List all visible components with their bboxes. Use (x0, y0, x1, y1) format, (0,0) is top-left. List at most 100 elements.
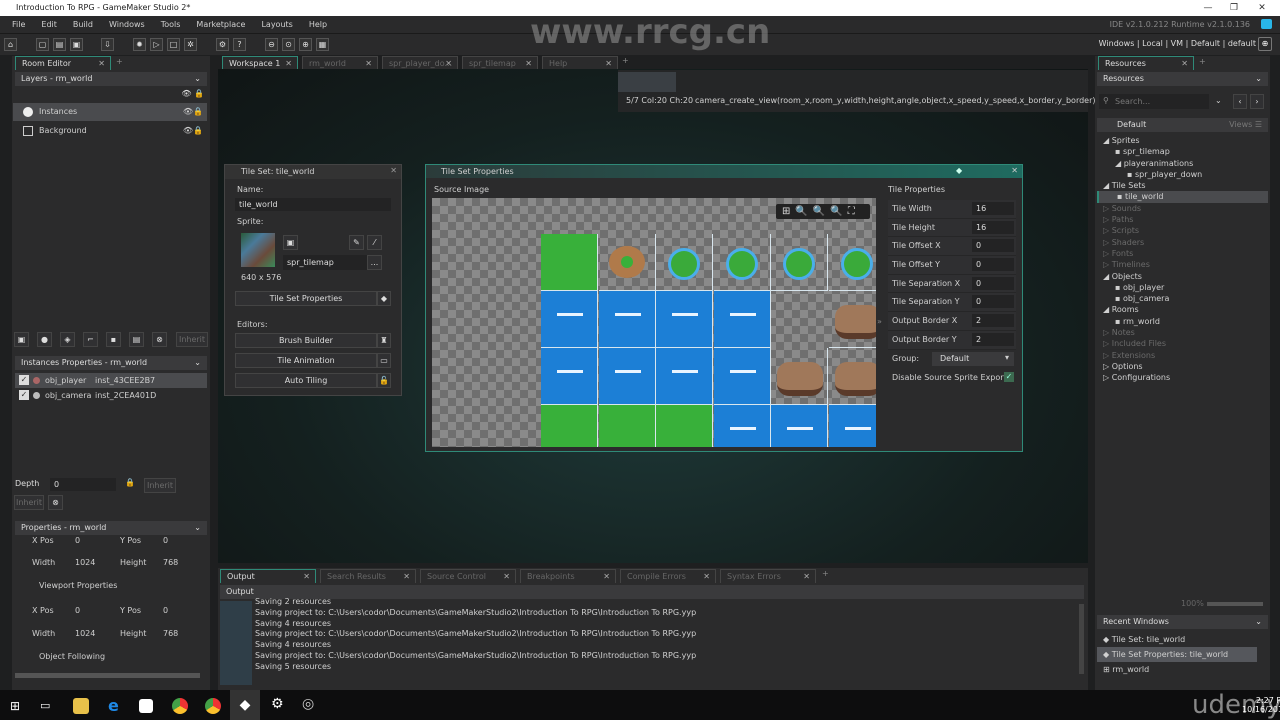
tree-item[interactable]: ▷ Sounds (1097, 203, 1268, 214)
instance-checkbox[interactable]: ✓ (19, 390, 29, 400)
output-scrollbar[interactable] (1079, 604, 1084, 674)
add-background-layer-icon[interactable]: ▣ (14, 332, 29, 347)
ypos-value[interactable]: 0 (163, 535, 168, 546)
add-asset-layer-icon[interactable]: ▪ (106, 332, 121, 347)
collapsed-arrow-icon[interactable]: ▷ (1103, 339, 1112, 348)
menu-help[interactable]: Help (309, 20, 327, 29)
expanded-arrow-icon[interactable]: ◢ (1103, 181, 1112, 190)
group-dropdown[interactable]: Default (932, 352, 1014, 366)
close-icon[interactable]: ✕ (303, 570, 310, 584)
tree-item[interactable]: ▷ Scripts (1097, 225, 1268, 236)
inherit-layer-button[interactable]: Inherit (176, 332, 208, 347)
back-icon[interactable]: ‹ (1233, 94, 1247, 109)
recent-window-item[interactable]: ◆ Tile Set Properties: tile_world (1097, 647, 1257, 662)
tree-item[interactable]: ▷ Options (1097, 361, 1268, 372)
viewport-height-value[interactable]: 768 (163, 628, 178, 639)
viewport-ypos-value[interactable]: 0 (163, 605, 168, 616)
tile-water[interactable] (598, 348, 656, 405)
add-tab-icon[interactable]: + (116, 57, 123, 66)
tile-grass[interactable] (656, 405, 713, 447)
tree-item[interactable]: ▪ tile_world (1097, 191, 1268, 203)
collapse-arrow-icon[interactable]: » (877, 317, 882, 326)
help-icon[interactable]: ? (233, 38, 246, 51)
zoom-out-icon[interactable]: 🔍 (795, 206, 812, 217)
tile-prop-input[interactable]: 0 (972, 276, 1014, 290)
add-tile-layer-icon[interactable]: ◈ (60, 332, 75, 347)
tile-lily[interactable] (713, 234, 771, 291)
sprite-select[interactable]: spr_tilemap (283, 255, 367, 270)
chrome-icon[interactable] (172, 698, 188, 714)
zoom-slider[interactable] (1207, 602, 1263, 606)
forward-icon[interactable]: › (1250, 94, 1264, 109)
tab-0[interactable]: Workspace 1 ✕ (222, 56, 298, 70)
tree-item[interactable]: ◢ Sprites (1097, 135, 1268, 146)
tile-lily[interactable] (656, 234, 713, 291)
add-path-layer-icon[interactable]: ⌐ (83, 332, 98, 347)
tab-room-editor[interactable]: Room Editor ✕ (15, 56, 111, 70)
tile-prop-input[interactable]: 2 (972, 332, 1014, 346)
tree-item[interactable]: ▪ obj_camera (1097, 293, 1268, 304)
output-tab-2[interactable]: Source Control ✕ (420, 569, 516, 583)
menu-layouts[interactable]: Layouts (261, 20, 292, 29)
tile-water[interactable] (541, 291, 598, 348)
tile-prop-input[interactable]: 0 (972, 239, 1014, 253)
inherit-depth-button[interactable]: Inherit (144, 478, 176, 493)
close-icon[interactable]: ✕ (503, 570, 510, 584)
tile-rock[interactable] (828, 291, 876, 348)
recent-window-item[interactable]: ⊞ rm_world (1097, 662, 1257, 677)
tileset-properties-title[interactable]: Tile Set Properties (426, 165, 1022, 178)
recent-windows-header[interactable]: Recent Windows ⌄ (1097, 615, 1268, 629)
expanded-arrow-icon[interactable]: ◢ (1115, 159, 1124, 168)
run-icon[interactable]: ▷ (150, 38, 163, 51)
tile-prop-input[interactable]: 2 (972, 314, 1014, 328)
close-window-button[interactable]: ✕ (1250, 0, 1274, 16)
tab-4[interactable]: Help ✕ (542, 56, 618, 70)
tile-water[interactable] (713, 348, 771, 405)
collapsed-arrow-icon[interactable]: ▷ (1103, 362, 1112, 371)
collapsed-arrow-icon[interactable]: ▪ (1127, 170, 1135, 179)
default-view-bar[interactable]: Default Views ☰ (1097, 118, 1268, 132)
xpos-value[interactable]: 0 (75, 535, 80, 546)
tree-item[interactable]: ▪ obj_player (1097, 282, 1268, 293)
resource-search-input[interactable]: Search... (1099, 94, 1209, 109)
obs-icon[interactable]: ◎ (302, 696, 314, 712)
tile-grass[interactable] (541, 234, 598, 291)
instance-checkbox[interactable]: ✓ (19, 375, 29, 385)
output-tab-3[interactable]: Breakpoints ✕ (520, 569, 616, 583)
collapsed-arrow-icon[interactable]: ▪ (1117, 192, 1125, 201)
instance-row[interactable]: ✓ obj_player inst_43CEE2B7 (15, 373, 207, 388)
browse-sprite-button[interactable]: ... (367, 255, 382, 270)
zoom-out-icon[interactable]: ⊖ (265, 38, 278, 51)
close-icon[interactable]: ✕ (703, 570, 710, 584)
brush-icon[interactable]: ⁄ (367, 235, 382, 250)
collapsed-arrow-icon[interactable]: ▷ (1103, 226, 1112, 235)
delete-layer-icon[interactable]: ⊗ (152, 332, 167, 347)
collapsed-arrow-icon[interactable]: ▷ (1103, 249, 1112, 258)
tile-grass[interactable] (598, 405, 656, 447)
views-menu[interactable]: Views ☰ (1229, 118, 1262, 132)
viewport-xpos-value[interactable]: 0 (75, 605, 80, 616)
collapsed-arrow-icon[interactable]: ▷ (1103, 215, 1112, 224)
tree-item[interactable]: ◢ Objects (1097, 271, 1268, 282)
properties-header[interactable]: Properties - rm_world ⌄ (15, 521, 207, 535)
tree-item[interactable]: ▷ Shaders (1097, 237, 1268, 248)
debug-icon[interactable]: ✹ (133, 38, 146, 51)
menu-tools[interactable]: Tools (161, 20, 181, 29)
tileset-properties-icon[interactable]: ◆ (377, 291, 391, 306)
collapsed-arrow-icon[interactable]: ▪ (1115, 147, 1123, 156)
expanded-arrow-icon[interactable]: ◢ (1103, 305, 1112, 314)
tile-water[interactable] (541, 348, 598, 405)
inherit-button[interactable]: Inherit (14, 495, 44, 510)
new-icon[interactable]: ▢ (36, 38, 49, 51)
output-tab-5[interactable]: Syntax Errors ✕ (720, 569, 816, 583)
close-icon[interactable]: ✕ (390, 166, 397, 175)
horizontal-scrollbar[interactable] (15, 673, 200, 678)
tab-2[interactable]: spr_player_do... ✕ (382, 56, 458, 70)
tile-prop-input[interactable]: 0 (972, 295, 1014, 309)
collapsed-arrow-icon[interactable]: ▷ (1103, 351, 1112, 360)
collapsed-arrow-icon[interactable]: ▪ (1115, 294, 1123, 303)
tileset-window-title[interactable]: Tile Set: tile_world (225, 165, 401, 179)
menu-build[interactable]: Build (73, 20, 93, 29)
tree-item[interactable]: ▷ Extensions (1097, 350, 1268, 361)
menu-file[interactable]: File (12, 20, 25, 29)
